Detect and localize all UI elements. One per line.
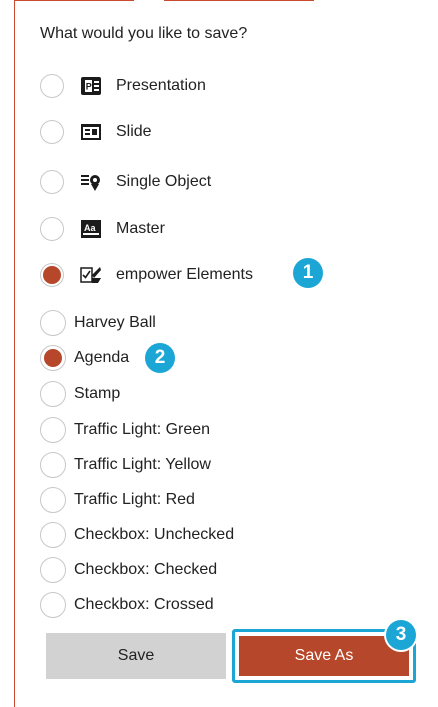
option-label: Traffic Light: Yellow: [74, 456, 211, 473]
sub-option-checkbox-unchecked[interactable]: Checkbox: Unchecked: [40, 522, 234, 548]
sub-option-checkbox-crossed[interactable]: Checkbox: Crossed: [40, 592, 214, 618]
sub-option-checkbox-checked[interactable]: Checkbox: Checked: [40, 557, 217, 583]
option-label: Traffic Light: Green: [74, 421, 211, 438]
option-label: Traffic Light: Red: [74, 491, 195, 508]
dialog-title: What would you like to save?: [40, 25, 248, 42]
radio-checkbox-crossed[interactable]: [40, 592, 66, 618]
svg-text:Aa: Aa: [84, 223, 96, 233]
radio-traffic-light-yellow[interactable]: [40, 452, 66, 478]
option-label: Checkbox: Crossed: [74, 596, 214, 613]
empower-elements-icon: [80, 265, 102, 285]
dialog-border-top-right: [164, 0, 314, 1]
radio-traffic-light-red[interactable]: [40, 487, 66, 513]
option-label: Master: [116, 220, 165, 237]
sub-option-traffic-light-green[interactable]: Traffic Light: Green: [40, 417, 210, 443]
option-label: Checkbox: Checked: [74, 561, 218, 578]
option-label: Presentation: [116, 77, 206, 94]
radio-checkbox-checked[interactable]: [40, 557, 66, 583]
radio-single-object[interactable]: [40, 170, 64, 194]
dialog-border-top: [14, 0, 134, 1]
sub-option-traffic-light-red[interactable]: Traffic Light: Red: [40, 487, 195, 513]
radio-agenda[interactable]: [40, 345, 66, 371]
sub-option-traffic-light-yellow[interactable]: Traffic Light: Yellow: [40, 452, 211, 478]
option-label: Harvey Ball: [74, 314, 156, 331]
option-presentation[interactable]: P Presentation: [40, 74, 206, 98]
dialog-border-left: [14, 0, 15, 707]
radio-harvey-ball[interactable]: [40, 310, 66, 336]
single-object-icon: [80, 172, 102, 192]
option-master[interactable]: Aa Master: [40, 217, 165, 241]
sub-option-stamp[interactable]: Stamp: [40, 381, 120, 407]
presentation-icon: P: [80, 76, 102, 96]
callout-badge-1: 1: [293, 258, 323, 288]
option-label: Single Object: [116, 173, 212, 190]
radio-empower-elements[interactable]: [40, 263, 64, 287]
master-icon: Aa: [80, 219, 102, 239]
radio-master[interactable]: [40, 217, 64, 241]
option-empower-elements[interactable]: empower Elements: [40, 263, 253, 287]
radio-slide[interactable]: [40, 120, 64, 144]
option-label: empower Elements: [116, 266, 253, 283]
callout-badge-2: 2: [145, 343, 175, 373]
radio-presentation[interactable]: [40, 74, 64, 98]
option-label: Stamp: [74, 385, 121, 402]
svg-text:P: P: [86, 82, 92, 92]
radio-checkbox-unchecked[interactable]: [40, 522, 66, 548]
callout-badge-3: 3: [386, 620, 416, 650]
option-slide[interactable]: Slide: [40, 120, 152, 144]
option-label: Checkbox: Unchecked: [74, 526, 235, 543]
option-label: Agenda: [74, 349, 130, 366]
radio-stamp[interactable]: [40, 381, 66, 407]
save-as-button[interactable]: Save As: [239, 636, 409, 676]
radio-traffic-light-green[interactable]: [40, 417, 66, 443]
slide-icon: [80, 122, 102, 142]
option-label: Slide: [116, 123, 152, 140]
option-single-object[interactable]: Single Object: [40, 170, 211, 194]
sub-option-harvey-ball[interactable]: Harvey Ball: [40, 310, 156, 336]
save-button[interactable]: Save: [46, 633, 226, 679]
sub-option-agenda[interactable]: Agenda: [40, 345, 129, 371]
